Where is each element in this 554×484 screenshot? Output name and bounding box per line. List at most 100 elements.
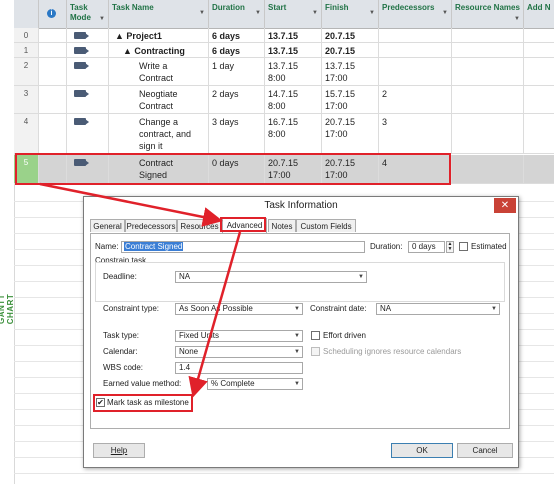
resource-names-cell[interactable] [452,86,524,113]
resource-names-cell[interactable] [452,155,524,183]
tab-resources[interactable]: Resources [177,219,222,232]
close-button[interactable]: ✕ [494,198,516,213]
estimated-label: Estimated [471,242,507,251]
predecessors-cell[interactable]: 4 [379,155,452,183]
finish-cell[interactable]: 20.7.15 17:00 [322,155,379,183]
header-finish-label: Finish [325,3,349,12]
name-input-value: Contract Signed [124,242,184,251]
scheduling-ignores-label: Scheduling ignores resource calendars [323,347,462,356]
task-name-cell[interactable]: Contract Signed [109,155,209,183]
task-mode-cell[interactable] [67,114,109,153]
task-mode-cell[interactable] [67,155,109,183]
row-number[interactable]: 1 [14,43,39,57]
task-name-cell[interactable]: ▲ Project1 [109,28,209,42]
duration-stepper[interactable]: ▲ ▼ [446,241,454,253]
finish-cell[interactable]: 20.7.15 17:0 [322,28,379,42]
predecessors-cell[interactable]: 3 [379,114,452,153]
tab-general[interactable]: General [90,219,125,232]
deadline-dropdown[interactable]: NA ▼ [175,271,367,283]
header-predecessors[interactable]: Predecessors ▼ [379,0,452,28]
finish-cell[interactable]: 20.7.15 17:00 [322,43,379,57]
resource-names-cell[interactable] [452,58,524,85]
start-cell[interactable]: 20.7.15 17:00 [265,155,322,183]
estimated-checkbox[interactable] [459,242,468,251]
chevron-down-icon: ▼ [294,349,300,355]
indicator-cell [39,58,67,85]
constraint-date-dropdown[interactable]: NA ▼ [376,303,500,315]
duration-cell[interactable]: 6 days [209,28,265,42]
indicators-header[interactable]: i [39,0,67,28]
scheduling-ignores-checkbox[interactable] [311,347,320,356]
duration-cell[interactable]: 3 days [209,114,265,153]
help-button[interactable]: Help [93,443,145,458]
mark-milestone-checkbox[interactable]: ✔ [96,398,105,407]
start-cell[interactable]: 16.7.15 8:00 [265,114,322,153]
task-name-cell[interactable]: Change a contract, and sign it [109,114,209,153]
cancel-button[interactable]: Cancel [457,443,513,458]
duration-cell[interactable]: 0 days [209,155,265,183]
start-cell[interactable]: 13.7.15 8:00 [265,43,322,57]
task-name-cell[interactable]: Write a Contract [109,58,209,85]
ok-button[interactable]: OK [391,443,453,458]
tab-notes[interactable]: Notes [268,219,296,232]
name-input[interactable]: Contract Signed [121,241,365,253]
header-add-new-column[interactable]: Add N [524,0,554,28]
start-cell[interactable]: 14.7.15 8:00 [265,86,322,113]
auto-schedule-icon [74,118,89,125]
task-type-dropdown[interactable]: Fixed Units ▼ [175,330,303,342]
resource-names-cell[interactable] [452,114,524,153]
select-all-corner[interactable] [14,0,39,28]
table-row[interactable]: 2 Write a Contract 1 day 13.7.15 8:00 13… [14,58,554,86]
predecessors-cell[interactable] [379,43,452,57]
effort-driven-checkbox[interactable] [311,331,320,340]
start-time: 17:00 [268,170,291,180]
gantt-chart-label: GANTT CHART [0,293,15,325]
tab-predecessors[interactable]: Predecessors [125,219,177,232]
wbs-code-label: WBS code: [103,363,144,372]
header-task-name[interactable]: Task Name ▼ [109,0,209,28]
row-number[interactable]: 3 [14,86,39,113]
finish-cell[interactable]: 15.7.15 17:00 [322,86,379,113]
header-finish[interactable]: Finish ▼ [322,0,379,28]
start-cell[interactable]: 13.7.15 8:00 [265,58,322,85]
row-number[interactable]: 2 [14,58,39,85]
resource-names-cell[interactable] [452,28,524,42]
calendar-dropdown[interactable]: None ▼ [175,346,303,358]
finish-time: 17:00 [325,73,348,83]
task-mode-cell[interactable] [67,86,109,113]
predecessors-cell[interactable] [379,58,452,85]
finish-cell[interactable]: 20.7.15 17:00 [322,114,379,153]
table-row[interactable]: 4 Change a contract, and sign it 3 days … [14,114,554,154]
table-row[interactable]: 0 ▲ Project1 6 days 13.7.15 8:00 20.7.15… [14,28,554,43]
duration-cell[interactable]: 6 days [209,43,265,57]
predecessors-cell[interactable] [379,28,452,42]
row-number[interactable]: 0 [14,28,39,42]
header-start[interactable]: Start ▼ [265,0,322,28]
row-number[interactable]: 5 [14,155,39,183]
task-mode-cell[interactable] [67,58,109,85]
task-mode-cell[interactable] [67,43,109,57]
table-row[interactable]: 3 Neogtiate Contract 2 days 14.7.15 8:00… [14,86,554,114]
start-cell[interactable]: 13.7.15 8:00 [265,28,322,42]
constraint-type-dropdown[interactable]: As Soon As Possible ▼ [175,303,303,315]
task-name-cell[interactable]: ▲ Contracting [109,43,209,57]
header-resource-names[interactable]: Resource Names ▼ [452,0,524,28]
duration-input[interactable]: 0 days [408,241,445,253]
duration-cell[interactable]: 2 days [209,86,265,113]
finish-cell[interactable]: 13.7.15 17:00 [322,58,379,85]
header-duration[interactable]: Duration ▼ [209,0,265,28]
task-name-cell[interactable]: Neogtiate Contract [109,86,209,113]
tab-custom-fields[interactable]: Custom Fields [296,219,356,232]
predecessors-cell[interactable]: 2 [379,86,452,113]
header-task-mode[interactable]: Task Mode ▼ [67,0,109,28]
resource-names-cell[interactable] [452,43,524,57]
tab-advanced[interactable]: Advanced [222,218,267,233]
table-row[interactable]: 1 ▲ Contracting 6 days 13.7.15 8:00 20.7… [14,43,554,58]
task-name-line: Neogtiate [139,89,178,99]
task-mode-cell[interactable] [67,28,109,42]
earned-value-dropdown[interactable]: % Complete ▼ [207,378,303,390]
duration-cell[interactable]: 1 day [209,58,265,85]
table-row-selected[interactable]: 5 Contract Signed 0 days 20.7.15 17:00 2… [14,155,554,184]
wbs-code-input[interactable]: 1.4 [175,362,303,374]
row-number[interactable]: 4 [14,114,39,153]
